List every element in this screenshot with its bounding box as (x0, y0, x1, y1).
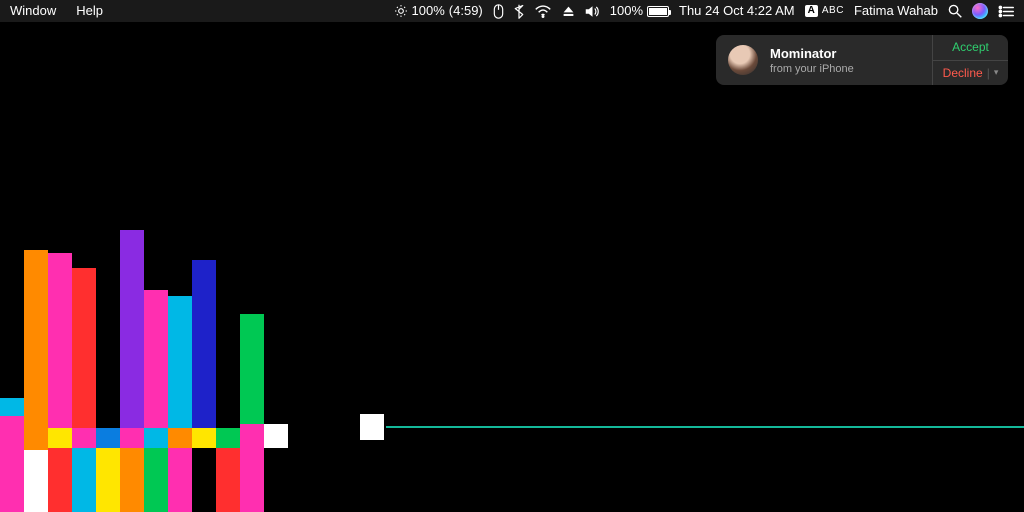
visualizer-bar (72, 448, 96, 512)
visualizer-bar (360, 414, 384, 440)
visualizer-bar (168, 296, 192, 428)
notification-center-icon[interactable] (998, 5, 1014, 18)
menu-window[interactable]: Window (0, 0, 66, 22)
battery-icon (647, 6, 669, 17)
visualizer-bar (264, 424, 288, 448)
visualizer-bar (240, 424, 264, 512)
visualizer-bar (144, 290, 168, 428)
visualizer-bar (24, 250, 48, 450)
visualizer-bar (120, 428, 144, 448)
status-input-source[interactable]: A ABC (805, 0, 844, 22)
status-username[interactable]: Fatima Wahab (854, 0, 938, 22)
menubar-left: Window Help (0, 0, 113, 22)
wifi-icon[interactable] (534, 5, 552, 18)
menubar-right: 100% (4:59) 100% (394, 0, 1020, 22)
brightness-time: (4:59) (449, 0, 483, 22)
battery-pct: 100% (610, 0, 643, 22)
eject-icon[interactable] (562, 5, 575, 18)
menu-help[interactable]: Help (66, 0, 113, 22)
visualizer-bar (168, 428, 192, 448)
visualizer-bar (120, 448, 144, 512)
volume-icon[interactable] (585, 5, 600, 18)
spotlight-icon[interactable] (948, 4, 962, 18)
brightness-icon (394, 4, 408, 18)
status-battery[interactable]: 100% (610, 0, 669, 22)
status-brightness[interactable]: 100% (4:59) (394, 0, 483, 22)
visualizer-bar (216, 428, 240, 448)
visualizer-bar (96, 448, 120, 512)
visualizer-bar (24, 450, 48, 512)
visualizer-baseline (386, 426, 1024, 428)
menubar: Window Help 100% (4:59) (0, 0, 1024, 22)
mouse-icon[interactable] (493, 4, 504, 19)
visualizer-bar (48, 428, 72, 448)
input-badge: A (805, 5, 818, 17)
visualizer-bar (144, 448, 168, 512)
siri-icon[interactable] (972, 3, 988, 19)
visualizer-bar (120, 230, 144, 428)
visualizer-bar (48, 253, 72, 428)
visualizer-bar (48, 448, 72, 512)
audio-visualizer (0, 22, 1024, 512)
visualizer-bar (216, 448, 240, 512)
visualizer-bar (192, 260, 216, 428)
visualizer-bar (0, 398, 24, 416)
status-datetime[interactable]: Thu 24 Oct 4:22 AM (679, 0, 795, 22)
visualizer-bar (168, 448, 192, 512)
visualizer-bar (144, 428, 168, 448)
bluetooth-icon[interactable] (514, 4, 524, 19)
visualizer-bar (96, 428, 120, 448)
visualizer-bar (0, 416, 24, 512)
visualizer-bar (72, 268, 96, 428)
visualizer-bar (72, 428, 96, 448)
input-mode: ABC (822, 0, 844, 22)
brightness-pct: 100% (412, 0, 445, 22)
visualizer-bar (192, 428, 216, 448)
visualizer-bar (240, 314, 264, 424)
